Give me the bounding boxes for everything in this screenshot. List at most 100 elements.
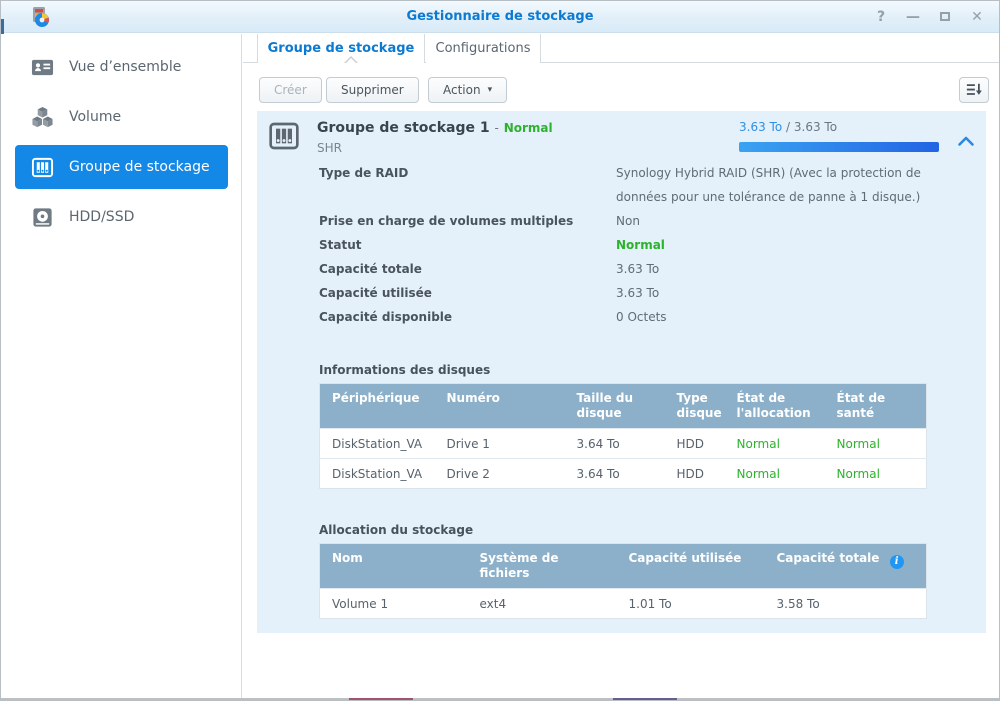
col-header-allocation-status[interactable]: État de l'allocation — [725, 384, 825, 429]
create-button-label: Créer — [274, 83, 307, 97]
allocation-table: Nom Système de fichiers Capacité utilisé… — [319, 543, 927, 619]
detail-row-total-capacity: Capacité totale 3.63 To — [319, 257, 939, 281]
pool-title-line: Groupe de stockage 1 - Normal — [317, 120, 553, 136]
detail-value: 3.63 To — [616, 281, 931, 305]
col-header-disk-size[interactable]: Taille du disque — [565, 384, 665, 429]
sidebar: Vue d’ensemble Volume — [1, 34, 242, 700]
sidebar-item-overview[interactable]: Vue d’ensemble — [15, 45, 228, 89]
cell-size: 3.64 To — [565, 459, 665, 489]
close-icon[interactable]: ✕ — [969, 8, 985, 26]
maximize-icon[interactable] — [937, 8, 953, 26]
detail-value-status: Normal — [616, 233, 931, 257]
sidebar-item-storage-pool[interactable]: Groupe de stockage — [15, 145, 228, 189]
detail-value: Non — [616, 209, 931, 233]
pool-title: Groupe de stockage 1 — [317, 120, 490, 136]
taskbar-artifact — [613, 698, 677, 700]
minimize-icon[interactable]: — — [905, 8, 921, 26]
tab-configurations[interactable]: Configurations — [426, 34, 541, 63]
detail-label: Type de RAID — [319, 161, 616, 209]
titlebar: Gestionnaire de stockage ? — ✕ — [1, 1, 999, 33]
col-header-filesystem[interactable]: Système de fichiers — [468, 544, 617, 589]
storage-pool-panel-icon — [268, 120, 300, 152]
cell-health-status: Normal — [825, 459, 927, 489]
storage-manager-window: Gestionnaire de stockage ? — ✕ Vue d’ens… — [0, 0, 1000, 701]
disks-section-title: Informations des disques — [319, 363, 490, 377]
window-bottom-edge — [1, 698, 999, 700]
cell-allocation-status: Normal — [725, 459, 825, 489]
table-row[interactable]: DiskStation_VA Drive 2 3.64 To HDD Norma… — [320, 459, 927, 489]
col-header-name[interactable]: Nom — [320, 544, 468, 589]
cell-type: HDD — [665, 429, 725, 459]
sidebar-item-hdd-ssd[interactable]: HDD/SSD — [15, 195, 228, 239]
cell-device: DiskStation_VA — [320, 459, 435, 489]
main-content: Groupe de stockage Configurations Créer … — [243, 34, 1000, 700]
allocation-table-header-row: Nom Système de fichiers Capacité utilisé… — [320, 544, 927, 589]
detail-value: 0 Octets — [616, 305, 931, 329]
cell-size: 3.64 To — [565, 429, 665, 459]
maximize-glyph — [940, 12, 950, 21]
collapse-list-icon — [965, 82, 983, 98]
tab-bar: Groupe de stockage Configurations — [243, 34, 1000, 63]
cell-type: HDD — [665, 459, 725, 489]
collapse-panel-chevron-up-icon[interactable] — [957, 135, 975, 147]
help-icon[interactable]: ? — [873, 8, 889, 26]
taskbar-artifact — [349, 698, 413, 700]
detail-row-status: Statut Normal — [319, 233, 939, 257]
detail-label: Capacité disponible — [319, 305, 616, 329]
pool-title-dash: - — [494, 121, 498, 135]
tab-storage-pool[interactable]: Groupe de stockage — [257, 34, 425, 63]
cell-number: Drive 2 — [435, 459, 565, 489]
capacity-used: 3.63 To — [739, 120, 782, 134]
create-button[interactable]: Créer — [259, 77, 322, 103]
sidebar-item-volume[interactable]: Volume — [15, 95, 228, 139]
disks-table-header-row: Périphérique Numéro Taille du disque Typ… — [320, 384, 927, 429]
col-header-health-status[interactable]: État de santé — [825, 384, 927, 429]
detail-label: Prise en charge de volumes multiples — [319, 209, 616, 233]
detail-value: Synology Hybrid RAID (SHR) (Avec la prot… — [616, 161, 931, 209]
action-button-label: Action — [443, 83, 481, 97]
cell-device: DiskStation_VA — [320, 429, 435, 459]
pool-capacity-text: 3.63 To / 3.63 To — [739, 120, 837, 134]
col-header-used-capacity[interactable]: Capacité utilisée — [617, 544, 765, 589]
cell-total-capacity: 3.58 To — [765, 589, 927, 619]
table-row[interactable]: DiskStation_VA Drive 1 3.64 To HDD Norma… — [320, 429, 927, 459]
detail-row-multi-volume: Prise en charge de volumes multiples Non — [319, 209, 939, 233]
disks-table: Périphérique Numéro Taille du disque Typ… — [319, 383, 927, 489]
sidebar-item-label: HDD/SSD — [69, 209, 134, 225]
delete-button-label: Supprimer — [341, 83, 404, 97]
detail-row-raid-type: Type de RAID Synology Hybrid RAID (SHR) … — [319, 161, 939, 209]
detail-row-available-capacity: Capacité disponible 0 Octets — [319, 305, 939, 329]
storage-pool-panel: Groupe de stockage 1 - Normal SHR 3.63 T… — [257, 111, 986, 633]
dropdown-caret-icon: ▾ — [488, 85, 493, 95]
delete-button[interactable]: Supprimer — [326, 77, 419, 103]
pool-status-badge: Normal — [504, 121, 553, 135]
sidebar-item-label: Vue d’ensemble — [69, 59, 181, 75]
pool-raid-type: SHR — [317, 141, 342, 155]
col-header-disk-type[interactable]: Type disque — [665, 384, 725, 429]
detail-label: Capacité totale — [319, 257, 616, 281]
capacity-total: 3.63 To — [794, 120, 837, 134]
overview-icon — [31, 56, 54, 79]
col-header-device[interactable]: Périphérique — [320, 384, 435, 429]
detail-label: Statut — [319, 233, 616, 257]
cell-volume-name: Volume 1 — [320, 589, 468, 619]
cell-allocation-status: Normal — [725, 429, 825, 459]
table-row[interactable]: Volume 1 ext4 1.01 To 3.58 To — [320, 589, 927, 619]
col-header-number[interactable]: Numéro — [435, 384, 565, 429]
action-dropdown-button[interactable]: Action ▾ — [428, 77, 507, 103]
cell-number: Drive 1 — [435, 429, 565, 459]
capacity-progress-bar — [739, 142, 939, 152]
pool-details: Type de RAID Synology Hybrid RAID (SHR) … — [319, 161, 939, 329]
tab-label: Groupe de stockage — [268, 41, 415, 56]
capacity-separator: / — [786, 120, 790, 134]
volume-cubes-icon — [31, 106, 54, 129]
detail-row-used-capacity: Capacité utilisée 3.63 To — [319, 281, 939, 305]
col-header-total-capacity[interactable]: Capacité totale i — [765, 544, 927, 589]
cell-used-capacity: 1.01 To — [617, 589, 765, 619]
col-header-total-capacity-label: Capacité totale — [777, 551, 880, 565]
cell-health-status: Normal — [825, 429, 927, 459]
allocation-section-title: Allocation du stockage — [319, 523, 473, 537]
collapse-all-button[interactable] — [959, 77, 989, 103]
info-icon[interactable]: i — [890, 555, 904, 569]
sidebar-item-label: Volume — [69, 109, 121, 125]
